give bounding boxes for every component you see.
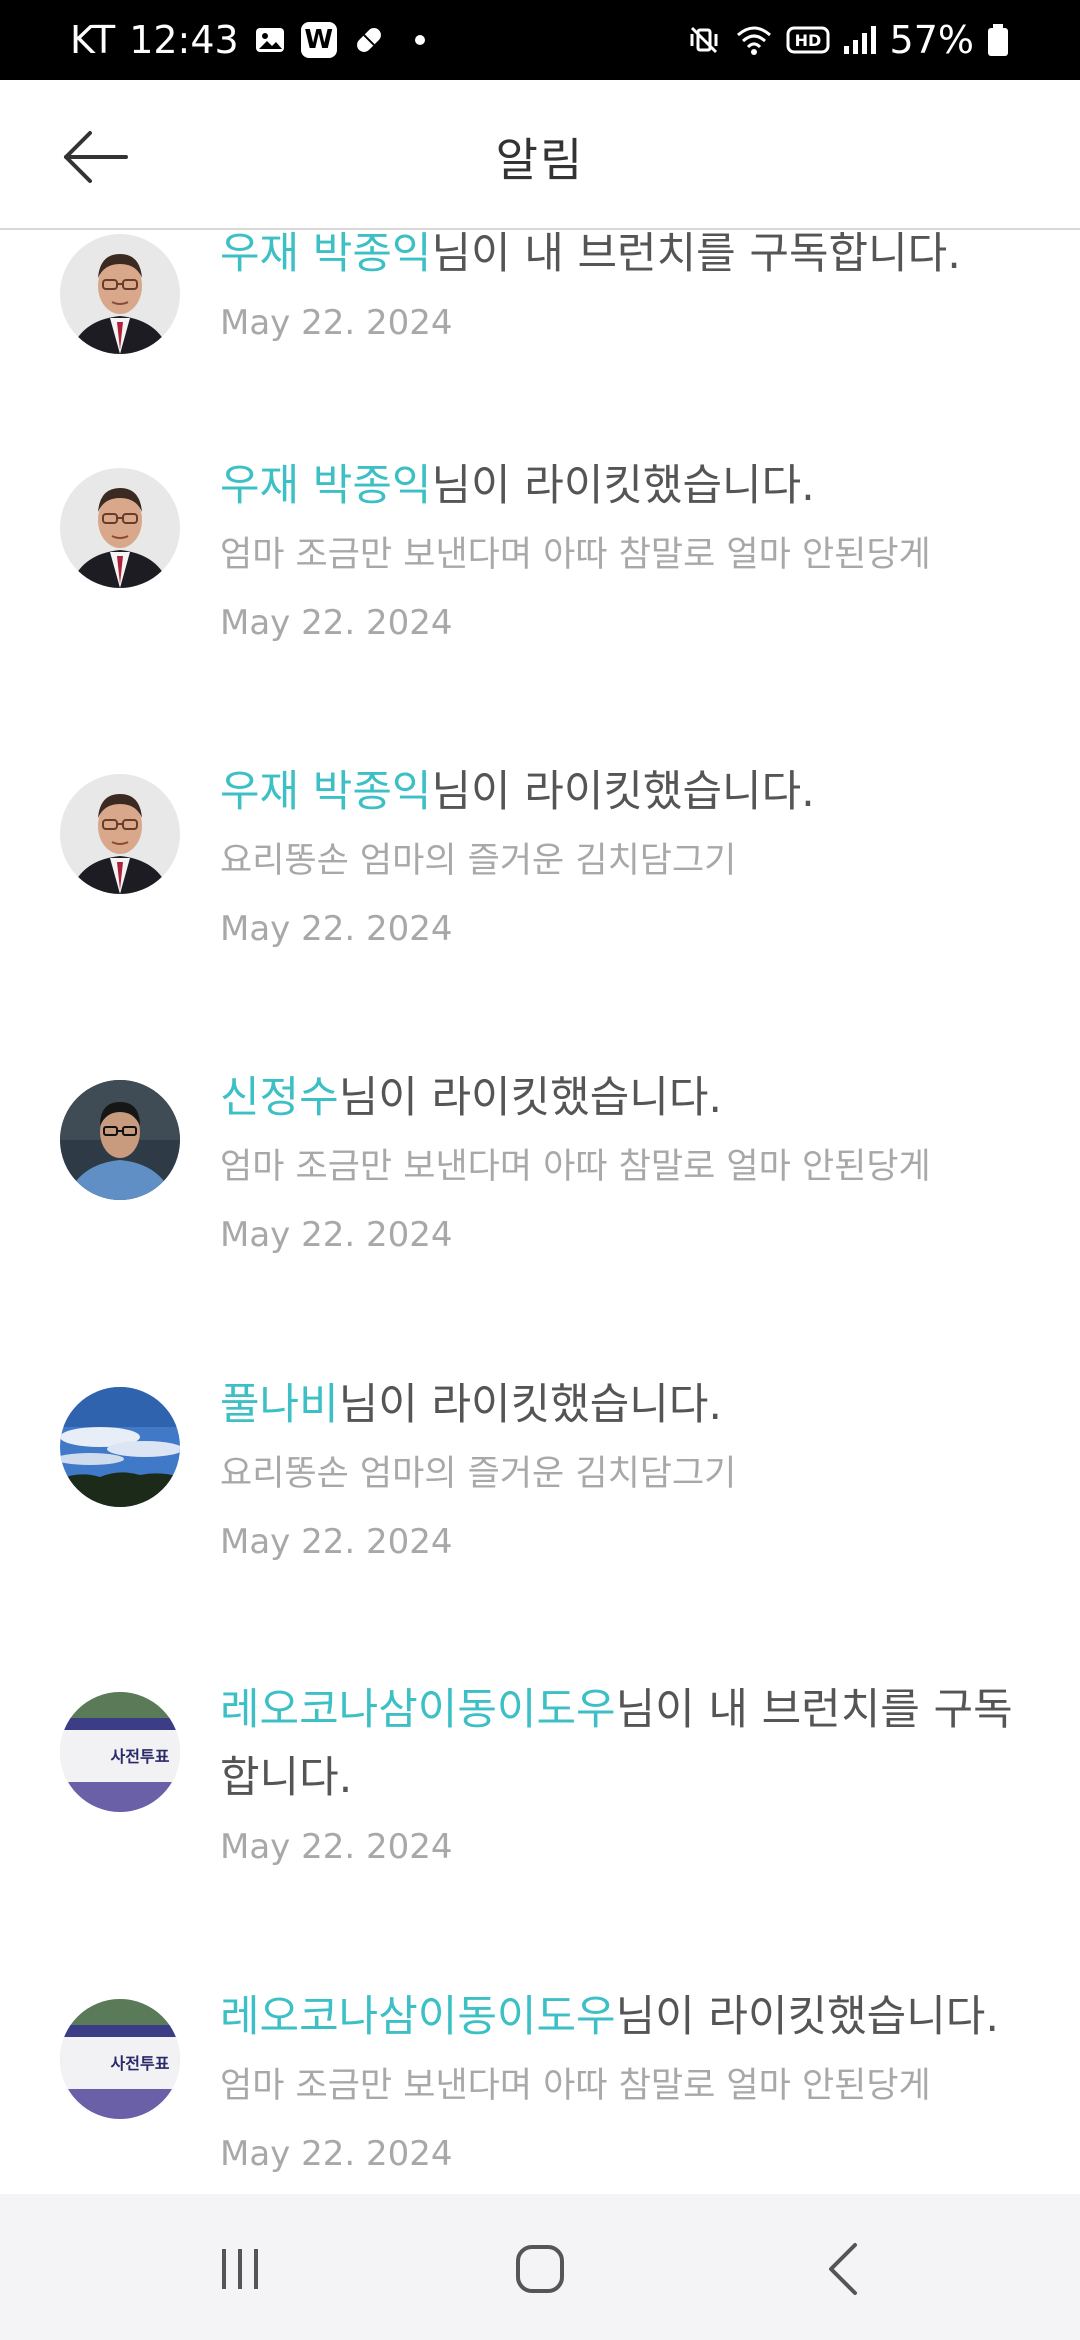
banner-sign-avatar-icon: 사전투표 bbox=[60, 1999, 180, 2119]
avatar[interactable]: 사전투표 bbox=[60, 1692, 180, 1812]
status-right: HD 57% bbox=[686, 18, 1010, 62]
avatar[interactable]: 사전투표 bbox=[60, 1999, 180, 2119]
man-glasses-avatar-icon bbox=[60, 468, 180, 588]
notification-text: 우재 박종익님이 라이킷했습니다. 엄마 조금만 보낸다며 아따 참말로 얼마 … bbox=[220, 452, 1020, 648]
mute-vibrate-icon bbox=[686, 22, 722, 58]
notification-message: 우재 박종익님이 라이킷했습니다. bbox=[220, 452, 1020, 520]
system-nav-bar bbox=[0, 2194, 1080, 2340]
clock: 12:43 bbox=[129, 18, 239, 62]
battery-icon bbox=[986, 22, 1010, 58]
avatar[interactable] bbox=[60, 1387, 180, 1507]
notification-date: May 22. 2024 bbox=[220, 1215, 453, 1255]
home-button[interactable] bbox=[500, 2234, 580, 2304]
notification-date: May 22. 2024 bbox=[220, 603, 453, 643]
image-icon bbox=[253, 23, 287, 57]
post-title[interactable]: 요리똥손 엄마의 즐거운 김치담그기 bbox=[220, 1449, 1020, 1499]
recent-apps-button[interactable] bbox=[200, 2234, 280, 2304]
notification-text: 신정수님이 라이킷했습니다. 엄마 조금만 보낸다며 아따 참말로 얼마 안된당… bbox=[220, 1064, 1020, 1260]
carrier-label: KT bbox=[70, 18, 116, 62]
user-name-link[interactable]: 레오코나삼이동이도우 bbox=[220, 1992, 616, 2042]
battery-percent: 57% bbox=[889, 18, 974, 62]
recent-apps-icon bbox=[222, 2249, 258, 2289]
notification-message: 신정수님이 라이킷했습니다. bbox=[220, 1064, 1020, 1132]
action-text: 님이 라이킷했습니다. bbox=[615, 1992, 999, 2042]
user-name-link[interactable]: 레오코나삼이동이도우 bbox=[220, 1685, 616, 1735]
page-title: 알림 bbox=[495, 133, 585, 187]
notification-item[interactable]: 우재 박종익님이 라이킷했습니다. 엄마 조금만 보낸다며 아따 참말로 얼마 … bbox=[0, 461, 1080, 768]
status-left: KT 12:43 W bbox=[70, 18, 425, 62]
signal-icon bbox=[842, 24, 878, 56]
avatar-sign-text: 사전투표 bbox=[111, 1747, 170, 1766]
post-title[interactable]: 요리똥손 엄마의 즐거운 김치담그기 bbox=[220, 836, 1020, 886]
notification-item[interactable]: 우재 박종익님이 내 브런치를 구독합니다. May 22. 2024 bbox=[0, 232, 1080, 482]
post-title[interactable]: 엄마 조금만 보낸다며 아따 참말로 얼마 안된당게 bbox=[220, 1142, 1020, 1192]
notification-message: 우재 박종익님이 라이킷했습니다. bbox=[220, 758, 1020, 826]
post-title[interactable]: 엄마 조금만 보낸다며 아따 참말로 얼마 안된당게 bbox=[220, 2061, 1020, 2111]
man-blue-shirt-avatar-icon bbox=[60, 1080, 180, 1200]
action-text: 님이 라이킷했습니다. bbox=[431, 767, 815, 817]
action-text: 님이 라이킷했습니다. bbox=[338, 1073, 723, 1123]
notification-item[interactable]: 신정수님이 라이킷했습니다. 엄마 조금만 보낸다며 아따 참말로 얼마 안된당… bbox=[0, 1073, 1080, 1380]
action-text: 님이 라이킷했습니다. bbox=[338, 1380, 723, 1430]
app-header: 알림 bbox=[0, 80, 1080, 230]
notification-text: 레오코나삼이동이도우님이 라이킷했습니다. 엄마 조금만 보낸다며 아따 참말로… bbox=[220, 1983, 1020, 2179]
user-name-link[interactable]: 풀나비 bbox=[220, 1380, 339, 1430]
banner-sign-avatar-icon: 사전투표 bbox=[60, 1692, 180, 1812]
notification-item[interactable]: 사전투표 레오코나삼이동이도우님이 내 브런치를 구독합니다. May 22. … bbox=[0, 1685, 1080, 1992]
status-bar: KT 12:43 W HD 57% bbox=[0, 0, 1080, 80]
user-name-link[interactable]: 우재 박종익 bbox=[220, 767, 431, 817]
notification-text: 풀나비님이 라이킷했습니다. 요리똥손 엄마의 즐거운 김치담그기 May 22… bbox=[220, 1371, 1020, 1567]
notification-text: 레오코나삼이동이도우님이 내 브런치를 구독합니다. May 22. 2024 bbox=[220, 1676, 1020, 1872]
sky-landscape-avatar-icon bbox=[60, 1387, 180, 1507]
avatar[interactable] bbox=[60, 1080, 180, 1200]
notification-message: 풀나비님이 라이킷했습니다. bbox=[220, 1371, 1020, 1439]
avatar[interactable] bbox=[60, 234, 180, 354]
svg-text:HD: HD bbox=[794, 31, 821, 50]
post-title[interactable]: 엄마 조금만 보낸다며 아따 참말로 얼마 안된당게 bbox=[220, 530, 1020, 580]
avatar[interactable] bbox=[60, 468, 180, 588]
notification-date: May 22. 2024 bbox=[220, 1827, 453, 1867]
notification-item[interactable]: 사전투표 레오코나삼이동이도우님이 라이킷했습니다. 엄마 조금만 보낸다며 아… bbox=[0, 1992, 1080, 2194]
action-text: 님이 내 브런치를 구독합니다. bbox=[431, 232, 961, 279]
dot-icon bbox=[414, 35, 425, 45]
hd-icon: HD bbox=[786, 24, 830, 56]
user-name-link[interactable]: 우재 박종익 bbox=[220, 461, 431, 511]
back-nav-icon bbox=[829, 2243, 857, 2295]
notification-item[interactable]: 우재 박종익님이 라이킷했습니다. 요리똥손 엄마의 즐거운 김치담그기 May… bbox=[0, 767, 1080, 1074]
notification-list[interactable]: 우재 박종익님이 내 브런치를 구독합니다. May 22. 2024 우재 박… bbox=[0, 232, 1080, 2194]
pill-icon bbox=[351, 22, 387, 58]
notification-date: May 22. 2024 bbox=[220, 1522, 453, 1562]
home-icon bbox=[516, 2245, 564, 2293]
wifi-icon bbox=[734, 23, 774, 57]
man-glasses-avatar-icon bbox=[60, 234, 180, 354]
user-name-link[interactable]: 우재 박종익 bbox=[220, 232, 431, 279]
notification-text: 우재 박종익님이 라이킷했습니다. 요리똥손 엄마의 즐거운 김치담그기 May… bbox=[220, 758, 1020, 954]
avatar[interactable] bbox=[60, 774, 180, 894]
nav-back-button[interactable] bbox=[805, 2234, 885, 2304]
notification-date: May 22. 2024 bbox=[220, 909, 453, 949]
notification-message: 레오코나삼이동이도우님이 라이킷했습니다. bbox=[220, 1983, 1020, 2051]
w-app-icon: W bbox=[300, 22, 337, 58]
notification-item[interactable]: 풀나비님이 라이킷했습니다. 요리똥손 엄마의 즐거운 김치담그기 May 22… bbox=[0, 1380, 1080, 1687]
notification-message: 레오코나삼이동이도우님이 내 브런치를 구독합니다. bbox=[220, 1676, 1020, 1812]
avatar-sign-text: 사전투표 bbox=[111, 2054, 170, 2073]
notification-message: 우재 박종익님이 내 브런치를 구독합니다. bbox=[220, 232, 1020, 288]
man-glasses-avatar-icon bbox=[60, 774, 180, 894]
action-text: 님이 라이킷했습니다. bbox=[431, 461, 815, 511]
notification-date: May 22. 2024 bbox=[220, 2134, 453, 2174]
notification-date: May 22. 2024 bbox=[220, 303, 453, 343]
notification-text: 우재 박종익님이 내 브런치를 구독합니다. May 22. 2024 bbox=[220, 232, 1020, 348]
user-name-link[interactable]: 신정수 bbox=[220, 1073, 339, 1123]
